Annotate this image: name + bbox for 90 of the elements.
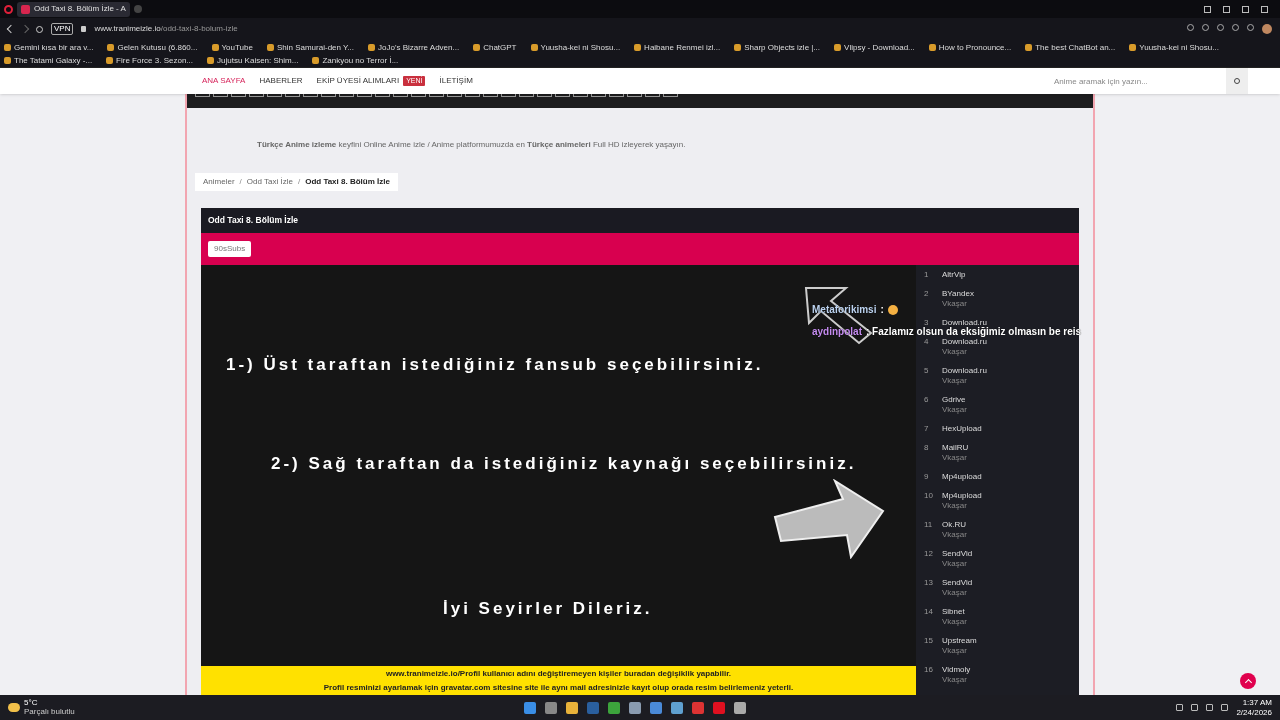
- site-icon: [21, 4, 30, 14]
- source-item[interactable]: 15 Upstream Vkaşar: [916, 636, 1079, 655]
- nav-item[interactable]: HABERLER: [252, 68, 310, 94]
- avatar[interactable]: [1262, 24, 1272, 34]
- square-button[interactable]: [645, 94, 660, 97]
- clock-date[interactable]: 2/24/2026: [1236, 707, 1272, 718]
- notice-text: Profil resminizi ayarlamak için gravatar.com sitesine site ile aynı mail adresinizle kayıt olup orada resim belirlemeniz yeterli.: [323, 682, 794, 693]
- square-button[interactable]: [447, 94, 462, 97]
- url-text[interactable]: www.tranimeizle.io/odd-taxi-8-bolum-izle: [94, 23, 238, 35]
- bookmark[interactable]: ChatGPT: [473, 41, 517, 53]
- bookmark[interactable]: YouTube: [211, 41, 253, 53]
- intro-text: Türkçe Anime izleme keyfini Online Anime izle / Anime platformumuzda en Türkçe animeleri Full HD izleyerek yaşayın.: [257, 139, 687, 151]
- episode-title: Odd Taxi 8. Bölüm İzle: [201, 208, 1079, 233]
- source-item[interactable]: 16 Vidmoly Vkaşar: [916, 665, 1079, 684]
- source-item[interactable]: 13 SendVid Vkaşar: [916, 578, 1079, 597]
- bookmark[interactable]: Vlipsy - Download...: [834, 41, 915, 53]
- source-item[interactable]: 12 SendVid Vkaşar: [916, 549, 1079, 568]
- breadcrumb-link[interactable]: Animeler: [203, 176, 235, 188]
- source-item[interactable]: 1 AltrVip: [916, 270, 1079, 279]
- source-item[interactable]: 5 Download.ru Vkaşar: [916, 366, 1079, 385]
- square-button[interactable]: [249, 94, 264, 97]
- square-button[interactable]: [357, 94, 372, 97]
- source-item[interactable]: 6 Gdrive Vkaşar: [916, 395, 1079, 414]
- square-button[interactable]: [609, 94, 624, 97]
- square-button[interactable]: [375, 94, 390, 97]
- square-button[interactable]: [267, 94, 282, 97]
- notice-text: www.tranimeizle.io/Profil kullanıcı adını değiştiremeyen kişiler buradan değişiklik yapabilir.: [385, 668, 732, 679]
- square-button[interactable]: [321, 94, 336, 97]
- source-item[interactable]: 7 HexUpload: [916, 424, 1079, 433]
- source-item[interactable]: 10 Mp4upload Vkaşar: [916, 491, 1079, 510]
- source-item[interactable]: 11 Ok.RU Vkaşar: [916, 520, 1079, 539]
- source-item[interactable]: 8 MailRU Vkaşar: [916, 443, 1079, 462]
- emoji-icon: [887, 305, 898, 315]
- square-button[interactable]: [555, 94, 570, 97]
- temperature-text: 5°C: [24, 698, 39, 708]
- nav-item[interactable]: İLETİŞİM: [432, 68, 480, 94]
- bookmark[interactable]: Yuusha-kei ni Shosu...: [530, 41, 621, 53]
- bookmark[interactable]: Haibane Renmei izl...: [634, 41, 721, 53]
- browser-logo-icon[interactable]: [4, 4, 13, 14]
- square-button[interactable]: [213, 94, 228, 97]
- square-button[interactable]: [483, 94, 498, 97]
- bookmark[interactable]: The best ChatBot an...: [1025, 41, 1116, 53]
- search-field[interactable]: Anime aramak için yazın...: [1046, 68, 1226, 94]
- instruction-text: 2-) Sağ taraftan da istediğiniz kaynağı seçebilirsiniz.: [271, 452, 858, 475]
- square-button[interactable]: [537, 94, 552, 97]
- breadcrumb-link[interactable]: Odd Taxi İzle: [246, 176, 293, 188]
- square-button[interactable]: [501, 94, 516, 97]
- bookmark[interactable]: Gemini kısa bir ara v...: [4, 41, 94, 53]
- square-button[interactable]: [591, 94, 606, 97]
- square-button[interactable]: [519, 94, 534, 97]
- bookmark[interactable]: Yuusha-kei ni Shosu...: [1129, 41, 1219, 53]
- square-button[interactable]: [303, 94, 318, 97]
- weather-text: Parçalı bulutlu: [24, 707, 75, 717]
- fansub-button[interactable]: 90sSubs: [208, 241, 252, 257]
- clock-time[interactable]: 1:37 AM: [1242, 697, 1272, 708]
- instruction-text: 1-) Üst taraftan istediğiniz fansub seçebilirsiniz.: [226, 354, 765, 376]
- square-button[interactable]: [195, 94, 210, 97]
- bookmark[interactable]: Zankyou no Terror İ...: [312, 54, 399, 66]
- square-button[interactable]: [573, 94, 588, 97]
- bookmark[interactable]: How to Pronounce...: [928, 41, 1012, 53]
- square-button[interactable]: [285, 94, 300, 97]
- square-button[interactable]: [339, 94, 354, 97]
- square-button[interactable]: [411, 94, 426, 97]
- bookmark[interactable]: JoJo's Bizarre Adven...: [368, 41, 460, 53]
- instruction-text: İyi Seyirler Dileriz.: [443, 598, 654, 620]
- square-button[interactable]: [627, 94, 642, 97]
- browser-tab[interactable]: Odd Taxi 8. Bölüm İzle - A: [17, 1, 130, 17]
- scroll-top-button[interactable]: [1240, 673, 1256, 689]
- nav-item[interactable]: ANA SAYFA: [195, 68, 253, 94]
- source-item[interactable]: 14 Sibnet Vkaşar: [916, 607, 1079, 626]
- bookmark[interactable]: Fire Force 3. Sezon...: [106, 54, 194, 66]
- bookmark[interactable]: Sharp Objects izle |...: [734, 41, 821, 53]
- breadcrumb-separator: /: [239, 176, 242, 188]
- breadcrumb-link[interactable]: Odd Taxi 8. Bölüm İzle: [305, 176, 390, 188]
- bookmark[interactable]: Shin Samurai-den Y...: [266, 41, 355, 53]
- source-item[interactable]: 3 Download.ru: [916, 318, 1079, 327]
- source-item[interactable]: 4 Download.ru Vkaşar: [916, 337, 1079, 356]
- square-button[interactable]: [231, 94, 246, 97]
- square-button[interactable]: [465, 94, 480, 97]
- bookmark[interactable]: Gelen Kutusu (6.860...: [107, 41, 198, 53]
- source-item[interactable]: 9 Mp4upload: [916, 472, 1079, 481]
- search-button[interactable]: [1226, 68, 1248, 94]
- vpn-badge[interactable]: VPN: [51, 23, 74, 35]
- bookmark[interactable]: Jujutsu Kaisen: Shim...: [207, 54, 299, 66]
- source-item[interactable]: 2 BYandex Vkaşar: [916, 289, 1079, 308]
- breadcrumb-separator: /: [297, 176, 301, 188]
- bookmark[interactable]: The Tatami Galaxy -...: [4, 54, 93, 66]
- square-button[interactable]: [663, 94, 678, 97]
- square-button[interactable]: [393, 94, 408, 97]
- square-button[interactable]: [429, 94, 444, 97]
